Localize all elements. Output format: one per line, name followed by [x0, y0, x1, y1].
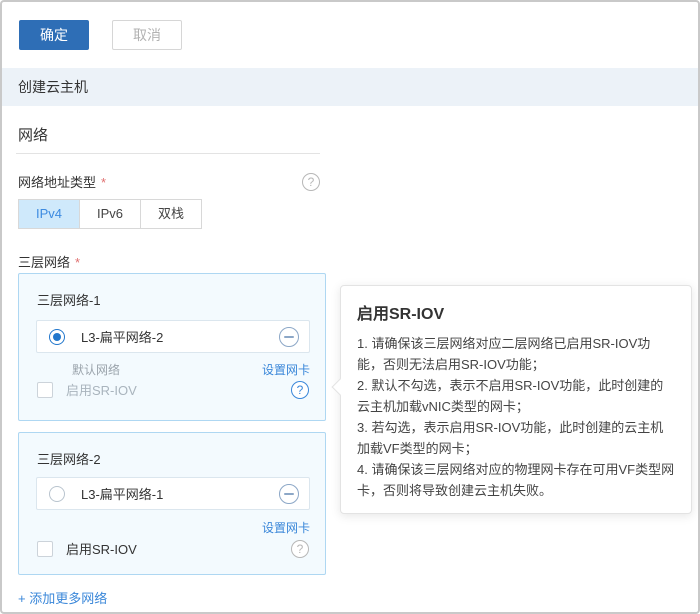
- address-type-field: 网络地址类型 * ?: [18, 172, 320, 192]
- tooltip-line: 1. 请确保该三层网络对应二层网络已启用SR-IOV功能，否则无法启用SR-IO…: [357, 333, 675, 375]
- required-mark: *: [101, 175, 106, 190]
- network-meta-row: 默认网络 设置网卡: [36, 361, 310, 378]
- set-nic-link[interactable]: 设置网卡: [262, 519, 310, 536]
- network-card-title: 三层网络-2: [37, 449, 101, 468]
- l3-network-card-2: 三层网络-2 L3-扁平网络-1 设置网卡 启用SR-IOV ?: [18, 432, 326, 575]
- address-type-tabs: IPv4 IPv6 双栈: [18, 199, 202, 229]
- tab-ipv6[interactable]: IPv6: [79, 199, 141, 229]
- tooltip-line: 4. 请确保该三层网络对应的物理网卡存在可用VF类型网卡，否则将导致创建云主机失…: [357, 459, 675, 501]
- set-nic-link[interactable]: 设置网卡: [262, 361, 310, 378]
- sriov-checkbox[interactable]: [37, 541, 53, 557]
- section-divider: [16, 153, 320, 154]
- sriov-row: 启用SR-IOV ?: [37, 380, 309, 399]
- tooltip-arrow: [332, 379, 349, 396]
- tooltip-line: 2. 默认不勾选，表示不启用SR-IOV功能，此时创建的云主机加载vNIC类型的…: [357, 375, 675, 417]
- default-network-tag: 默认网络: [72, 361, 120, 378]
- radio-unselected-icon[interactable]: [49, 486, 65, 502]
- network-select-row[interactable]: L3-扁平网络-2: [36, 320, 310, 353]
- sriov-help-icon-active[interactable]: ?: [291, 381, 309, 399]
- cancel-button[interactable]: 取消: [112, 20, 182, 50]
- tab-dual-stack[interactable]: 双栈: [140, 199, 202, 229]
- confirm-button[interactable]: 确定: [19, 20, 89, 50]
- sriov-checkbox[interactable]: [37, 382, 53, 398]
- remove-network-icon[interactable]: [279, 484, 299, 504]
- network-section-title: 网络: [18, 124, 48, 145]
- l3-network-card-1: 三层网络-1 L3-扁平网络-2 默认网络 设置网卡 启用SR-IOV ?: [18, 273, 326, 421]
- tooltip-line: 3. 若勾选，表示启用SR-IOV功能，此时创建的云主机加载VF类型的网卡；: [357, 417, 675, 459]
- tab-ipv4[interactable]: IPv4: [18, 199, 80, 229]
- network-name: L3-扁平网络-1: [81, 484, 163, 503]
- remove-network-icon[interactable]: [279, 327, 299, 347]
- sriov-help-icon[interactable]: ?: [291, 540, 309, 558]
- tooltip-title: 启用SR-IOV: [357, 300, 675, 324]
- network-meta-row: 设置网卡: [36, 519, 310, 536]
- network-card-title: 三层网络-1: [37, 290, 101, 309]
- l3-network-field-label: 三层网络 *: [18, 252, 320, 272]
- sriov-label: 启用SR-IOV: [66, 539, 137, 558]
- add-more-networks-link[interactable]: + 添加更多网络: [18, 588, 107, 607]
- address-type-label: 网络地址类型: [18, 175, 96, 190]
- network-name: L3-扁平网络-2: [81, 327, 163, 346]
- create-vm-dialog: 确定 取消 创建云主机 网络 网络地址类型 * ? IPv4 IPv6 双栈 三层…: [0, 0, 700, 614]
- page-title: 创建云主机: [2, 68, 698, 106]
- network-select-row[interactable]: L3-扁平网络-1: [36, 477, 310, 510]
- radio-selected-icon[interactable]: [49, 329, 65, 345]
- sriov-row: 启用SR-IOV ?: [37, 539, 309, 558]
- address-type-help-icon[interactable]: ?: [302, 173, 320, 191]
- sriov-label: 启用SR-IOV: [66, 380, 137, 399]
- l3-network-label: 三层网络: [18, 255, 70, 270]
- required-mark: *: [75, 255, 80, 270]
- sriov-tooltip: 启用SR-IOV 1. 请确保该三层网络对应二层网络已启用SR-IOV功能，否则…: [340, 285, 692, 514]
